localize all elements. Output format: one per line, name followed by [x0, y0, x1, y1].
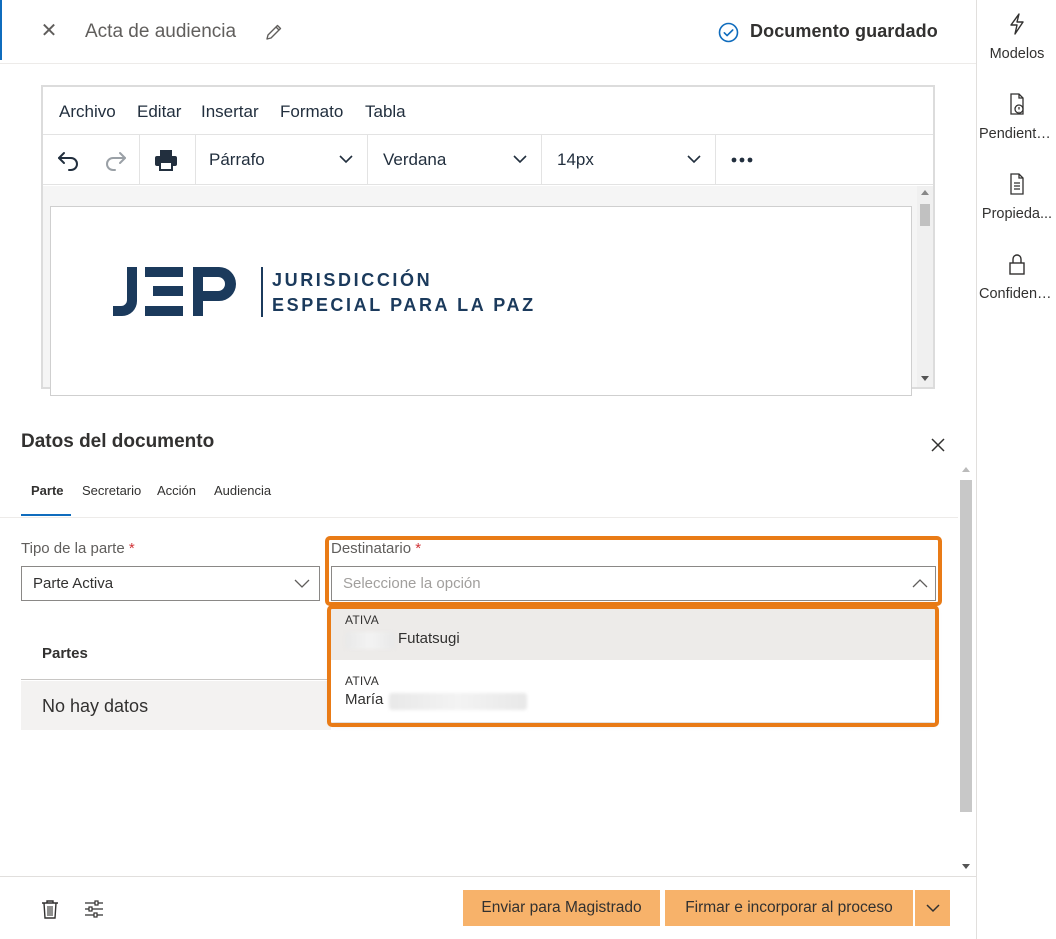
chevron-down-icon [339, 155, 353, 164]
rail-label: Propieda... [981, 206, 1053, 222]
menu-insertar[interactable]: Insertar [201, 102, 259, 122]
footer-bar: Enviar para Magistrado Firmar e incorpor… [0, 876, 976, 939]
editor-scrollbar[interactable] [917, 186, 933, 387]
block-format-select[interactable]: Párrafo [195, 135, 367, 185]
destinatario-label: Destinatario * [331, 540, 421, 557]
logo-divider [261, 267, 263, 317]
document-page[interactable]: JURISDICCIÓN ESPECIAL PARA LA PAZ [50, 206, 912, 396]
font-size-select[interactable]: 14px [541, 135, 715, 185]
destinatario-label-text: Destinatario [331, 540, 412, 557]
jep-logo [113, 267, 236, 316]
menu-archivo[interactable]: Archivo [59, 102, 116, 122]
tipo-parte-label: Tipo de la parte * [21, 540, 135, 557]
rail-label: Pendiente... [979, 126, 1056, 142]
tipo-parte-label-text: Tipo de la parte [21, 540, 125, 557]
menu-editar[interactable]: Editar [137, 102, 181, 122]
tipo-parte-select[interactable]: Parte Activa [21, 566, 320, 601]
chevron-down-icon [687, 155, 701, 164]
rail-label: Modelos [989, 46, 1045, 62]
settings-sliders-icon[interactable] [83, 898, 105, 920]
rail-item-propiedades[interactable]: Propieda... [977, 172, 1056, 222]
document-title: Acta de audiencia [85, 21, 237, 42]
required-mark: * [415, 540, 422, 557]
empty-message: No hay datos [42, 696, 149, 716]
rail-item-confidencialidad[interactable]: Confidenc... [977, 252, 1056, 302]
chevron-down-icon [925, 904, 940, 913]
chevron-down-icon [294, 579, 310, 588]
edit-title-icon[interactable] [264, 22, 284, 42]
destinatario-placeholder: Seleccione la opción [343, 575, 481, 592]
document-info-icon [1010, 93, 1024, 115]
print-icon[interactable] [151, 145, 181, 175]
scroll-down-icon[interactable] [921, 376, 929, 382]
active-tab-indicator [21, 514, 71, 516]
panel-title: Datos del documento [21, 431, 215, 452]
font-size-value: 14px [557, 150, 594, 169]
save-status: Documento guardado [750, 21, 938, 41]
redo-icon[interactable] [99, 145, 129, 175]
partes-table-header: Partes [21, 630, 331, 680]
rail-label: Confidenc... [979, 286, 1056, 302]
empty-table-row: No hay datos [21, 681, 331, 730]
menu-tabla[interactable]: Tabla [365, 102, 406, 122]
tab-accion[interactable]: Acción [157, 483, 196, 498]
tipo-parte-value: Parte Activa [33, 575, 114, 592]
rich-text-editor: Archivo Editar Insertar Formato Tabla Pá… [41, 85, 935, 396]
block-format-value: Párrafo [209, 150, 265, 169]
bolt-icon [1010, 13, 1024, 35]
font-family-value: Verdana [383, 150, 447, 169]
editor-toolbar: Párrafo Verdana 14px [43, 135, 933, 185]
check-circle-icon [718, 22, 739, 43]
editor-content-area[interactable]: JURISDICCIÓN ESPECIAL PARA LA PAZ [43, 186, 933, 396]
editor-menubar: Archivo Editar Insertar Formato Tabla [43, 87, 933, 135]
logo-line-1: JURISDICCIÓN [272, 270, 433, 290]
rail-item-modelos[interactable]: Modelos [977, 12, 1056, 62]
scroll-up-icon[interactable] [962, 466, 970, 472]
send-to-magistrate-button[interactable]: Enviar para Magistrado [463, 890, 660, 926]
editor-scroll-thumb[interactable] [920, 204, 930, 226]
header: ✕ Acta de audiencia Documento guardado [0, 0, 976, 64]
sign-options-button[interactable] [915, 890, 950, 926]
toolbar-divider [715, 135, 716, 185]
side-rail: Modelos Pendiente... Propieda... Confide… [976, 0, 1056, 939]
tab-parte[interactable]: Parte [31, 483, 64, 498]
lock-icon [1009, 254, 1025, 275]
trash-icon[interactable] [39, 898, 61, 920]
close-panel-icon[interactable] [928, 435, 948, 455]
toolbar-divider [139, 135, 140, 185]
partes-column-header: Partes [42, 645, 88, 662]
logo-line-2: ESPECIAL PARA LA PAZ [272, 295, 536, 315]
dropdown-highlight [327, 605, 939, 727]
tab-audiencia[interactable]: Audiencia [214, 483, 271, 498]
document-list-icon [1010, 173, 1024, 195]
scroll-up-icon[interactable] [921, 189, 929, 195]
font-family-select[interactable]: Verdana [367, 135, 541, 185]
panel-scroll-thumb[interactable] [960, 480, 972, 812]
required-mark: * [128, 540, 135, 557]
destinatario-select[interactable]: Seleccione la opción [331, 566, 936, 601]
rail-item-pendientes[interactable]: Pendiente... [977, 92, 1056, 142]
chevron-down-icon [513, 155, 527, 164]
scroll-down-icon[interactable] [962, 864, 970, 870]
undo-icon[interactable] [55, 145, 85, 175]
chevron-up-icon [912, 579, 928, 588]
sign-and-incorporate-button[interactable]: Firmar e incorporar al proceso [665, 890, 913, 926]
menu-formato[interactable]: Formato [280, 102, 343, 122]
tab-secretario[interactable]: Secretario [82, 483, 141, 498]
panel-scrollbar[interactable] [958, 462, 974, 876]
tabs-divider [0, 517, 958, 518]
close-icon[interactable]: ✕ [38, 20, 60, 42]
more-options-icon[interactable] [727, 145, 757, 175]
